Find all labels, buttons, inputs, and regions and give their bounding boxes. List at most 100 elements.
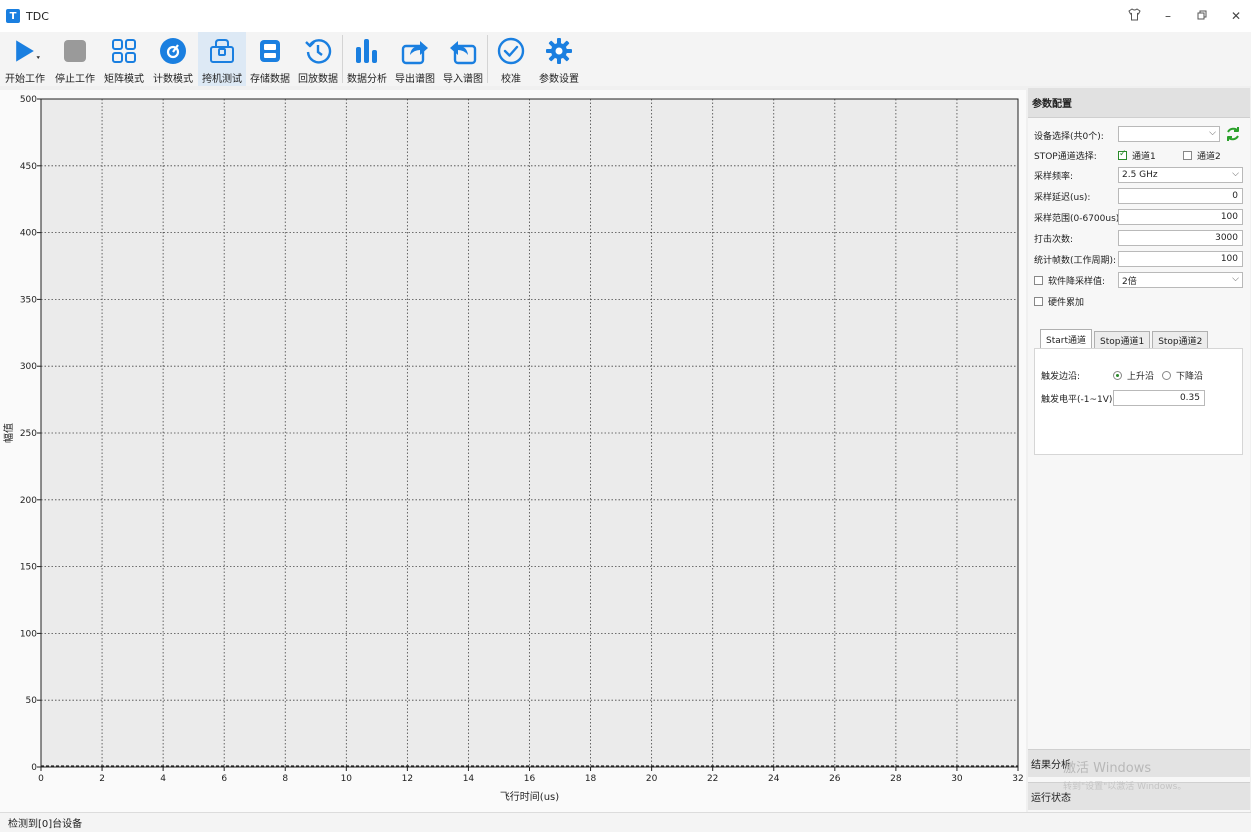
matrix-mode-button[interactable]: 矩阵模式 <box>100 32 148 86</box>
replay-icon <box>303 36 333 66</box>
checkbox-checked-icon <box>1118 149 1127 160</box>
close-icon[interactable]: ✕ <box>1229 9 1243 23</box>
tab-stop-channel-1[interactable]: Stop通道1 <box>1094 331 1151 349</box>
stat-frames-label: 统计帧数(工作周期): <box>1034 255 1117 266</box>
hw-accumulate-checkbox[interactable]: 硬件累加 <box>1034 292 1084 310</box>
hit-count-input[interactable]: 3000 <box>1118 230 1243 246</box>
refresh-icon[interactable] <box>1225 126 1241 142</box>
restore-icon[interactable] <box>1195 9 1209 23</box>
start-work-button[interactable]: 开始工作 <box>0 32 50 86</box>
chevron-down-icon: ⌵ <box>1209 128 1216 138</box>
checkbox-icon <box>1183 150 1192 160</box>
hit-count-label: 打击次数: <box>1034 234 1074 245</box>
tab-start-channel[interactable]: Start通道 <box>1040 329 1092 349</box>
device-label: 设备选择(共0个): <box>1034 131 1104 142</box>
trigger-level-label: 触发电平(-1~1V): <box>1041 394 1116 405</box>
x-axis-label: 飞行时间(us) <box>500 790 559 803</box>
x-tick-label: 6 <box>221 774 227 784</box>
device-select[interactable]: ⌵ <box>1118 126 1220 142</box>
sample-freq-select[interactable]: 2.5 GHz ⌵ <box>1118 167 1243 183</box>
check-circle-icon <box>496 36 526 66</box>
x-tick-label: 32 <box>1012 774 1023 784</box>
replay-data-button[interactable]: 回放数据 <box>294 32 342 86</box>
activation-watermark-hint: 转到"设置"以激活 Windows。 <box>1063 782 1187 792</box>
y-tick-label: 400 <box>20 229 37 239</box>
data-analysis-button[interactable]: 数据分析 <box>343 32 391 86</box>
y-tick-label: 150 <box>20 563 37 573</box>
channel2-checkbox[interactable]: 通道2 <box>1183 146 1221 164</box>
y-axis-label: 幅值 <box>2 423 15 443</box>
y-tick-label: 300 <box>20 362 37 372</box>
stat-frames-input[interactable]: 100 <box>1118 251 1243 267</box>
import-icon <box>448 36 478 66</box>
falling-edge-radio[interactable]: 下降沿 <box>1162 366 1203 384</box>
machine-test-button[interactable]: 挎机测试 <box>198 32 246 86</box>
tab-stop-channel-2[interactable]: Stop通道2 <box>1152 331 1209 349</box>
export-spectrum-button[interactable]: 导出谱图 <box>391 32 439 86</box>
checkbox-icon <box>1034 275 1043 285</box>
window-title: TDC <box>26 9 49 23</box>
sample-delay-input[interactable]: 0 <box>1118 188 1243 204</box>
x-tick-label: 8 <box>282 774 288 784</box>
play-icon <box>10 36 40 66</box>
calibrate-button[interactable]: 校准 <box>488 32 534 86</box>
chevron-down-icon: ⌵ <box>1232 169 1239 179</box>
count-mode-button[interactable]: 计数模式 <box>148 32 198 86</box>
x-tick-label: 12 <box>402 774 413 784</box>
soft-downsample-select[interactable]: 2倍 ⌵ <box>1118 272 1243 288</box>
rising-edge-radio[interactable]: 上升沿 <box>1113 366 1154 384</box>
toolbar: 开始工作 停止工作 矩阵模式 计数模式 挎机测试 存储数据 回放数据 数据分析 … <box>0 32 1251 86</box>
y-tick-label: 450 <box>20 162 37 172</box>
y-tick-label: 200 <box>20 496 37 506</box>
spectrum-plot[interactable]: 0 2 4 6 8 10 12 14 16 18 20 22 24 26 28 30 32 0 50 100 150 20… <box>0 90 1026 812</box>
radio-selected-icon <box>1113 370 1122 380</box>
chevron-down-icon: ⌵ <box>1232 274 1239 284</box>
x-tick-label: 24 <box>768 774 780 784</box>
y-tick-label: 500 <box>20 95 37 105</box>
x-tick-label: 26 <box>829 774 841 784</box>
sample-delay-label: 采样延迟(us): <box>1034 192 1091 203</box>
x-tick-label: 4 <box>160 774 166 784</box>
trigger-level-input[interactable]: 0.35 <box>1113 390 1205 406</box>
stop-icon <box>60 36 90 66</box>
tab-content: 触发边沿: 上升沿 下降沿 触发电平(-1~1V): 0.35 <box>1034 348 1243 455</box>
disc-icon <box>158 36 188 66</box>
sample-freq-label: 采样频率: <box>1034 171 1074 182</box>
x-tick-label: 14 <box>463 774 475 784</box>
import-spectrum-button[interactable]: 导入谱图 <box>439 32 487 86</box>
skin-icon[interactable] <box>1127 8 1141 24</box>
plot-canvas[interactable]: 0 2 4 6 8 10 12 14 16 18 20 22 24 26 28 30 3205010015020… <box>0 90 1026 812</box>
trigger-edge-label: 触发边沿: <box>1041 371 1081 382</box>
panel-title: 参数配置 <box>1028 88 1250 118</box>
save-data-button[interactable]: 存储数据 <box>246 32 294 86</box>
minimize-icon[interactable]: – <box>1161 9 1175 23</box>
parameter-panel: 参数配置 设备选择(共0个): ⌵ STOP通道选择: 通道1 通道2 采样频率… <box>1028 88 1250 812</box>
x-tick-label: 18 <box>585 774 597 784</box>
x-tick-label: 20 <box>646 774 658 784</box>
gear-icon <box>544 36 574 66</box>
x-tick-label: 10 <box>341 774 353 784</box>
x-tick-label: 0 <box>38 774 44 784</box>
x-tick-label: 28 <box>890 774 902 784</box>
sample-range-label: 采样范围(0-6700us): <box>1034 213 1123 224</box>
checkbox-icon <box>1034 296 1043 306</box>
app-icon: T <box>6 9 20 23</box>
x-tick-label: 16 <box>524 774 536 784</box>
device-status-text: 检测到[0]台设备 <box>8 819 83 830</box>
activation-watermark: 激活 Windows <box>1063 761 1152 776</box>
y-tick-label: 50 <box>26 696 38 706</box>
parameter-settings-button[interactable]: 参数设置 <box>534 32 584 86</box>
stop-work-button[interactable]: 停止工作 <box>50 32 100 86</box>
x-tick-label: 30 <box>951 774 963 784</box>
y-tick-label: 350 <box>20 295 37 305</box>
soft-downsample-checkbox[interactable]: 软件降采样值: <box>1034 271 1105 289</box>
radio-icon <box>1162 370 1171 380</box>
y-tick-label: 0 <box>31 763 37 773</box>
export-icon <box>400 36 430 66</box>
status-bar: 检测到[0]台设备 <box>0 812 1251 832</box>
briefcase-icon <box>207 36 237 66</box>
channel1-checkbox[interactable]: 通道1 <box>1118 146 1156 164</box>
sample-range-input[interactable]: 100 <box>1118 209 1243 225</box>
stop-channel-label: STOP通道选择: <box>1034 151 1097 162</box>
save-icon <box>255 36 285 66</box>
